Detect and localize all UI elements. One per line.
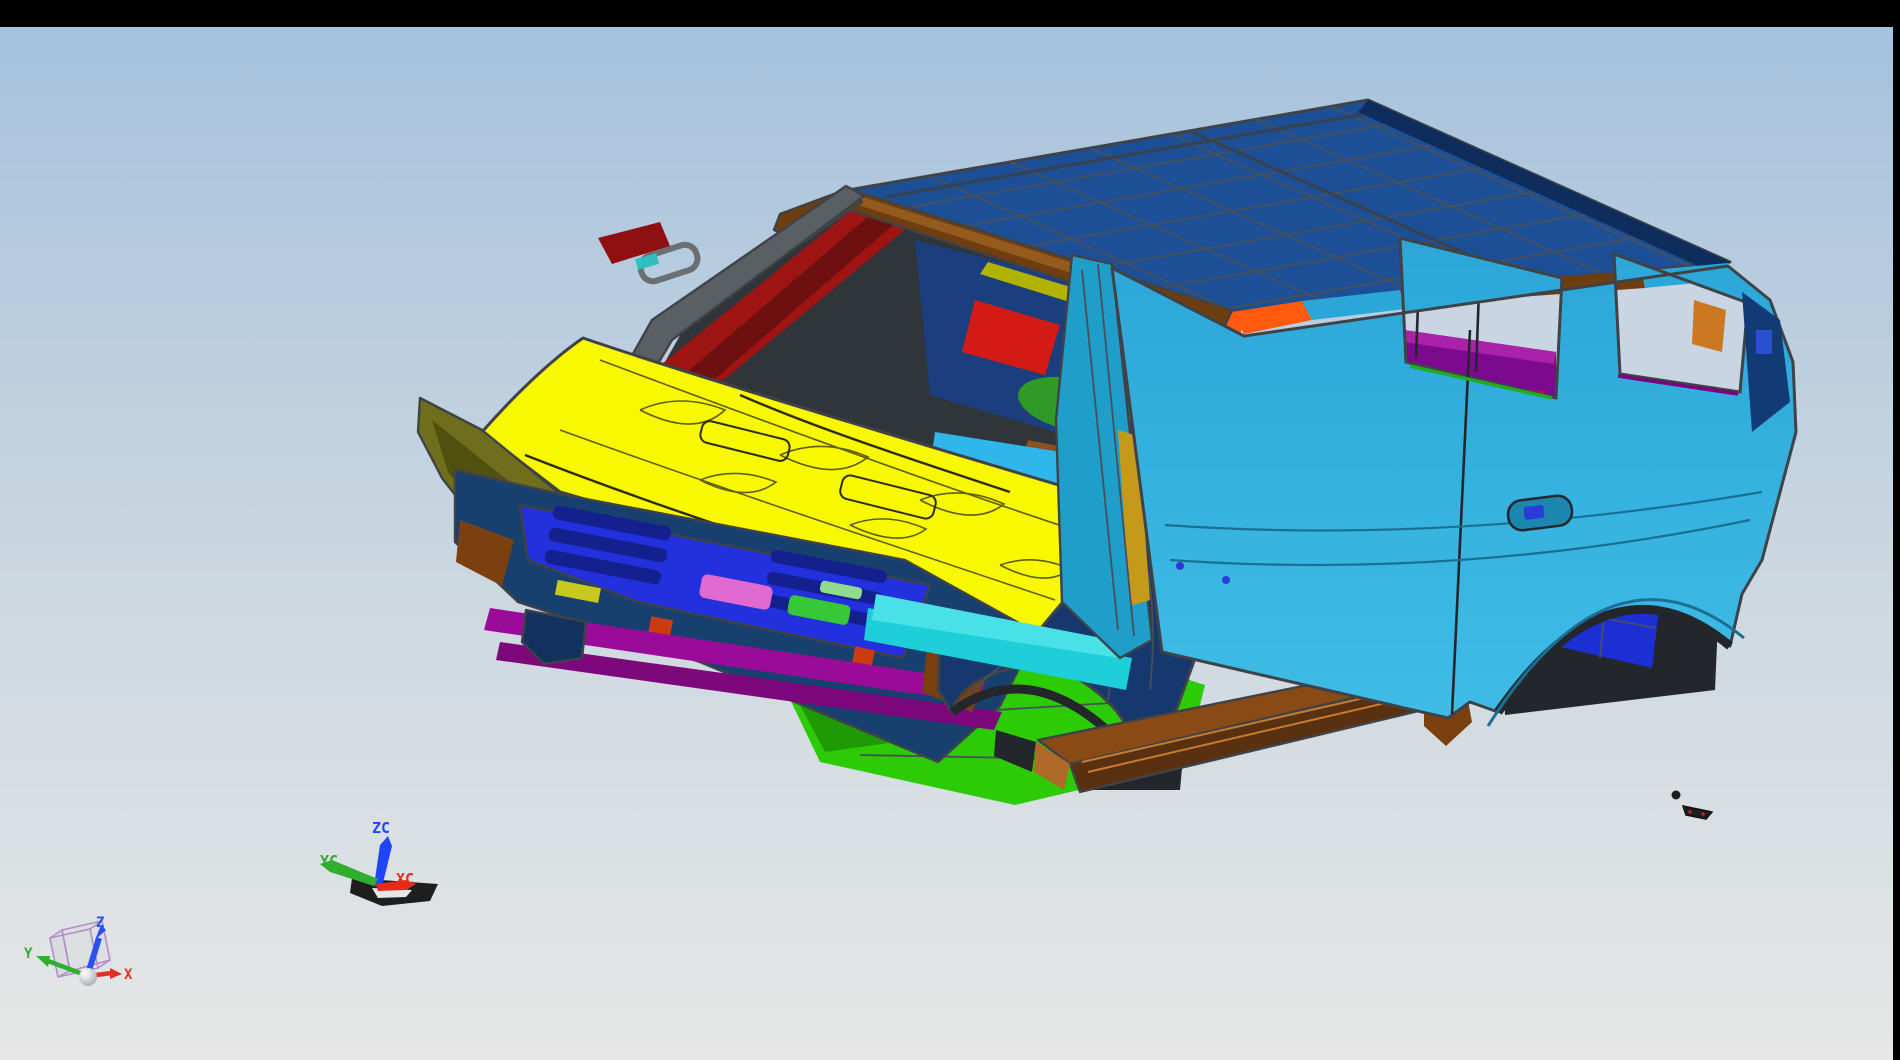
cad-viewport[interactable]: ZC YC XC Z Y X <box>0 27 1893 1060</box>
origin-sphere[interactable] <box>79 968 97 986</box>
abs-z-label: Z <box>96 915 104 931</box>
wcs-x-label[interactable]: XC <box>396 870 414 888</box>
abs-x-label: X <box>124 967 133 983</box>
car-body-in-white-model[interactable] <box>418 100 1796 819</box>
detached-small-parts[interactable] <box>1672 791 1713 820</box>
abs-y-label: Y <box>24 946 33 962</box>
model-canvas[interactable]: ZC YC XC Z Y X <box>0 27 1893 1060</box>
absolute-triad[interactable]: Z Y X <box>24 915 133 986</box>
letterbox-top-bar <box>0 0 1900 27</box>
wcs-triad[interactable]: ZC YC XC <box>320 819 438 906</box>
wcs-y-label[interactable]: YC <box>320 852 338 870</box>
mirror-bracket-red <box>598 222 670 264</box>
letterbox-right-bar <box>1893 0 1900 1060</box>
wcs-z-label[interactable]: ZC <box>372 819 390 837</box>
